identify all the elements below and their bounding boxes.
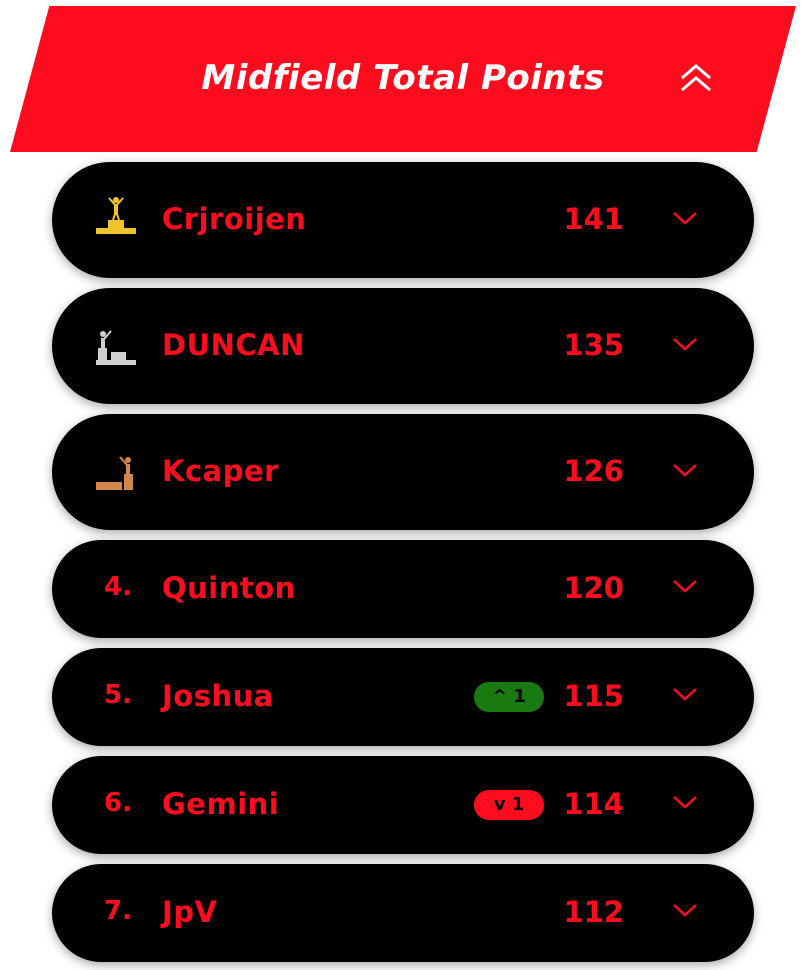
chevron-down-icon[interactable]	[670, 208, 700, 228]
leaderboard-row-6[interactable]: 6. Gemini v 1 114	[52, 756, 754, 854]
chevron-down-icon[interactable]	[670, 460, 700, 480]
player-points: 126	[563, 454, 624, 488]
player-name: Kcaper	[162, 454, 279, 488]
rank-change-up-badge: ^ 1	[474, 682, 544, 712]
leaderboard-header: Midfield Total Points	[10, 6, 796, 152]
chevron-down-icon[interactable]	[670, 576, 700, 596]
bronze-podium-icon	[96, 456, 133, 490]
rank-number: 6.	[104, 788, 132, 818]
leaderboard-row-5[interactable]: 5. Joshua ^ 1 115	[52, 648, 754, 746]
player-name: Gemini	[162, 787, 280, 821]
leaderboard-row-3[interactable]: Kcaper 126	[52, 414, 754, 530]
player-name: Quinton	[162, 571, 296, 605]
player-points: 114	[563, 787, 624, 821]
player-points: 115	[563, 679, 624, 713]
rank-number: 4.	[104, 572, 132, 602]
player-points: 141	[563, 202, 624, 236]
chevron-down-icon[interactable]	[670, 334, 700, 354]
player-name: JpV	[162, 895, 218, 929]
leaderboard-row-2[interactable]: DUNCAN 135	[52, 288, 754, 404]
player-name: DUNCAN	[162, 328, 305, 362]
player-points: 135	[563, 328, 624, 362]
rank-number: 5.	[104, 680, 132, 710]
leaderboard-row-1[interactable]: Crjroijen 141	[52, 162, 754, 278]
player-name: Joshua	[162, 679, 274, 713]
silver-podium-icon	[96, 330, 136, 365]
gold-podium-icon	[96, 197, 136, 234]
chevron-down-icon[interactable]	[670, 684, 700, 704]
player-points: 120	[563, 571, 624, 605]
double-chevron-up-icon[interactable]	[676, 56, 716, 100]
rank-number: 7.	[104, 896, 132, 926]
leaderboard-row-7[interactable]: 7. JpV 112	[52, 864, 754, 962]
leaderboard-row-4[interactable]: 4. Quinton 120	[52, 540, 754, 638]
chevron-down-icon[interactable]	[670, 900, 700, 920]
rank-change-down-badge: v 1	[474, 790, 544, 820]
player-points: 112	[563, 895, 624, 929]
player-name: Crjroijen	[162, 202, 307, 236]
chevron-down-icon[interactable]	[670, 792, 700, 812]
